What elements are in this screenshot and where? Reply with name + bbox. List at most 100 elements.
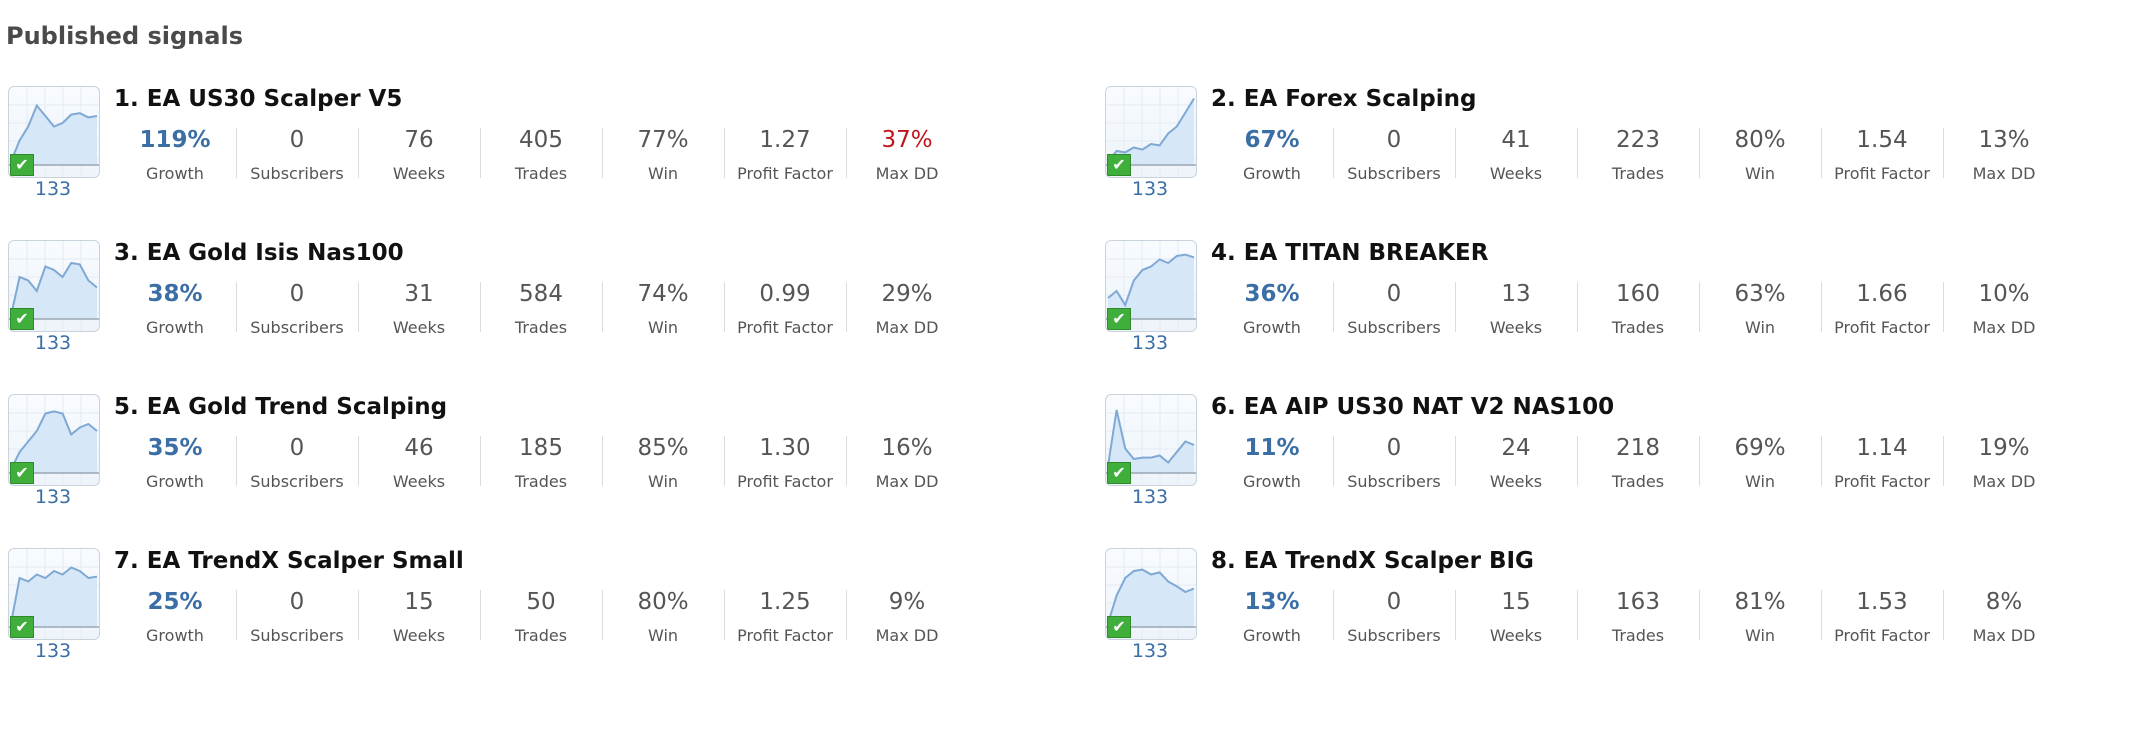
stat-growth: 36% Growth <box>1211 278 1333 338</box>
stat-label: Growth <box>146 472 204 491</box>
stat-max-dd: 29% Max DD <box>846 278 968 338</box>
stat-growth: 119% Growth <box>114 124 236 184</box>
signal-name-link[interactable]: 7. EA TrendX Scalper Small <box>114 548 464 574</box>
stat-trades: 160 Trades <box>1577 278 1699 338</box>
stat-label: Weeks <box>392 164 446 183</box>
stat-label: Trades <box>514 318 568 337</box>
stat-value: 0 <box>289 281 305 307</box>
signal-name-link[interactable]: 4. EA TITAN BREAKER <box>1211 240 1488 266</box>
stat-trades: 218 Trades <box>1577 432 1699 492</box>
stat-label: Win <box>1744 318 1776 337</box>
stat-value: 9% <box>888 589 926 615</box>
equity-chart-thumbnail[interactable]: ✔ <box>8 548 100 640</box>
stat-label: Profit Factor <box>1834 318 1930 337</box>
signal-count: 133 <box>34 178 72 200</box>
signal-card[interactable]: ✔ 133 6. EA AIP US30 NAT V2 NAS100 11% Growt… <box>1097 394 2137 524</box>
signal-name-link[interactable]: 5. EA Gold Trend Scalping <box>114 394 447 420</box>
stat-value: 0 <box>289 435 305 461</box>
stat-value: 24 <box>1501 435 1531 461</box>
stat-profit-factor: 1.66 Profit Factor <box>1821 278 1943 338</box>
signal-name-link[interactable]: 8. EA TrendX Scalper BIG <box>1211 548 1534 574</box>
equity-chart-thumbnail[interactable]: ✔ <box>8 240 100 332</box>
stat-value: 38% <box>147 281 203 307</box>
stat-label: Growth <box>1243 318 1301 337</box>
stat-value: 1.53 <box>1856 589 1908 615</box>
stat-max-dd: 10% Max DD <box>1943 278 2065 338</box>
stat-value: 0 <box>289 127 305 153</box>
signal-name-link[interactable]: 3. EA Gold Isis Nas100 <box>114 240 404 266</box>
stat-label: Profit Factor <box>1834 626 1930 645</box>
signal-card[interactable]: ✔ 133 5. EA Gold Trend Scalping 35% Growth 0 S… <box>0 394 1040 524</box>
stat-value: 1.30 <box>759 435 811 461</box>
equity-chart-thumbnail[interactable]: ✔ <box>1105 548 1197 640</box>
stat-value: 35% <box>147 435 203 461</box>
stat-label: Max DD <box>875 472 939 491</box>
stat-value: 0 <box>1386 127 1402 153</box>
stat-label: Growth <box>146 626 204 645</box>
stat-weeks: 24 Weeks <box>1455 432 1577 492</box>
stat-subscribers: 0 Subscribers <box>236 432 358 492</box>
stat-value: 15 <box>404 589 434 615</box>
stat-label: Growth <box>1243 472 1301 491</box>
stat-value: 8% <box>1985 589 2023 615</box>
signal-name-link[interactable]: 2. EA Forex Scalping <box>1211 86 1476 112</box>
check-icon: ✔ <box>10 616 34 638</box>
stat-max-dd: 8% Max DD <box>1943 586 2065 646</box>
stat-label: Subscribers <box>250 318 344 337</box>
check-icon: ✔ <box>10 308 34 330</box>
stat-max-dd: 9% Max DD <box>846 586 968 646</box>
stat-label: Trades <box>1611 318 1665 337</box>
stat-profit-factor: 1.30 Profit Factor <box>724 432 846 492</box>
stat-subscribers: 0 Subscribers <box>1333 432 1455 492</box>
stat-value: 1.66 <box>1856 281 1908 307</box>
check-icon: ✔ <box>10 154 34 176</box>
stat-weeks: 41 Weeks <box>1455 124 1577 184</box>
check-icon: ✔ <box>1107 154 1131 176</box>
signal-name-link[interactable]: 6. EA AIP US30 NAT V2 NAS100 <box>1211 394 1614 420</box>
signal-card[interactable]: ✔ 133 7. EA TrendX Scalper Small 25% Growth 0… <box>0 548 1040 678</box>
stat-label: Profit Factor <box>737 626 833 645</box>
stat-label: Subscribers <box>1347 164 1441 183</box>
stat-value: 0 <box>289 589 305 615</box>
stat-value: 223 <box>1616 127 1660 153</box>
signal-card[interactable]: ✔ 133 8. EA TrendX Scalper BIG 13% Growth 0 Su… <box>1097 548 2137 678</box>
stat-growth: 67% Growth <box>1211 124 1333 184</box>
stat-label: Subscribers <box>250 472 344 491</box>
stat-value: 77% <box>637 127 689 153</box>
signal-card[interactable]: ✔ 133 3. EA Gold Isis Nas100 38% Growth 0 Subs… <box>0 240 1040 370</box>
equity-chart-thumbnail[interactable]: ✔ <box>1105 240 1197 332</box>
equity-chart-thumbnail[interactable]: ✔ <box>8 394 100 486</box>
stat-value: 0 <box>1386 435 1402 461</box>
stat-value: 29% <box>881 281 933 307</box>
stat-value: 1.14 <box>1856 435 1908 461</box>
stat-win: 77% Win <box>602 124 724 184</box>
stat-label: Profit Factor <box>1834 472 1930 491</box>
check-icon: ✔ <box>1107 308 1131 330</box>
stat-label: Subscribers <box>1347 626 1441 645</box>
stat-label: Max DD <box>1972 472 2036 491</box>
stat-win: 85% Win <box>602 432 724 492</box>
stat-value: 11% <box>1244 435 1300 461</box>
stat-growth: 25% Growth <box>114 586 236 646</box>
stat-value: 80% <box>1734 127 1786 153</box>
stat-value: 584 <box>519 281 563 307</box>
stat-value: 85% <box>637 435 689 461</box>
signal-card[interactable]: ✔ 133 1. EA US30 Scalper V5 119% Growth 0 Subs… <box>0 86 1040 216</box>
stat-label: Win <box>647 472 679 491</box>
signal-card[interactable]: ✔ 133 2. EA Forex Scalping 67% Growth 0 Subscr… <box>1097 86 2137 216</box>
stat-value: 160 <box>1616 281 1660 307</box>
stat-win: 81% Win <box>1699 586 1821 646</box>
stat-profit-factor: 0.99 Profit Factor <box>724 278 846 338</box>
signal-card[interactable]: ✔ 133 4. EA TITAN BREAKER 36% Growth 0 Subscri… <box>1097 240 2137 370</box>
check-icon: ✔ <box>1107 462 1131 484</box>
stat-value: 19% <box>1978 435 2030 461</box>
equity-chart-thumbnail[interactable]: ✔ <box>8 86 100 178</box>
signal-name-link[interactable]: 1. EA US30 Scalper V5 <box>114 86 402 112</box>
equity-chart-thumbnail[interactable]: ✔ <box>1105 394 1197 486</box>
stat-label: Weeks <box>392 626 446 645</box>
stat-label: Subscribers <box>1347 472 1441 491</box>
stat-max-dd: 16% Max DD <box>846 432 968 492</box>
stat-value: 218 <box>1616 435 1660 461</box>
equity-chart-thumbnail[interactable]: ✔ <box>1105 86 1197 178</box>
stat-weeks: 31 Weeks <box>358 278 480 338</box>
